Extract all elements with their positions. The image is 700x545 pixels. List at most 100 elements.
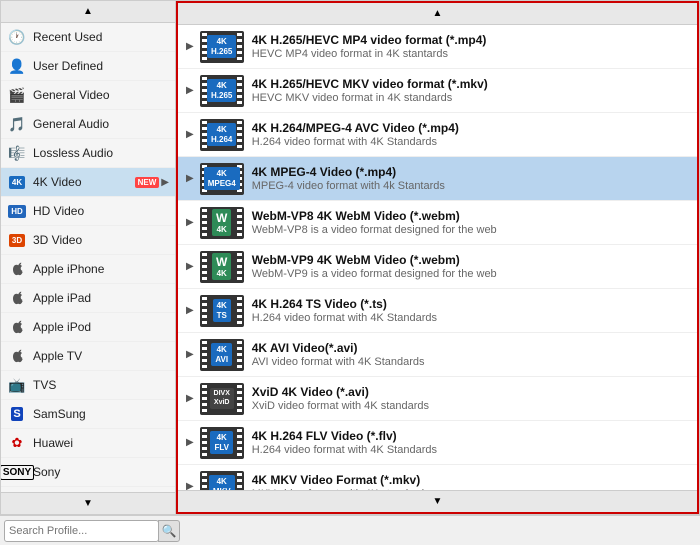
formats-scroll-up[interactable]: ▲ xyxy=(178,3,697,25)
sidebar-item-samsung[interactable]: S SamSung xyxy=(1,400,175,429)
sidebar-item-recent-used[interactable]: 🕐Recent Used xyxy=(1,23,175,52)
format-desc: WebM-VP8 is a video format designed for … xyxy=(252,224,689,236)
sidebar-item-4k-video[interactable]: 4K 4K Video NEW▶ xyxy=(1,168,175,197)
sidebar-item-label: 4K Video xyxy=(33,175,131,189)
sidebar-item-label: Apple iPad xyxy=(33,291,169,305)
format-text: 4K MKV Video Format (*.mkv)MKV video for… xyxy=(252,473,689,490)
new-badge: NEW xyxy=(135,177,160,188)
huawei-icon: ✿ xyxy=(7,433,27,453)
format-badge: 4KH.265 xyxy=(200,75,244,107)
sidebar-scroll-down[interactable]: ▼ xyxy=(1,492,175,514)
sidebar-item-label: Huawei xyxy=(33,436,169,450)
sidebar-item-3d-video[interactable]: 3D3D Video xyxy=(1,226,175,255)
sidebar-item-lossless-audio[interactable]: 🎼Lossless Audio xyxy=(1,139,175,168)
search-input[interactable] xyxy=(4,520,159,542)
sidebar-item-general-audio[interactable]: 🎵General Audio xyxy=(1,110,175,139)
audio-icon: 🎵 xyxy=(7,114,27,134)
format-arrow-icon: ▶ xyxy=(186,349,194,360)
format-title: 4K H.264 FLV Video (*.flv) xyxy=(252,429,689,443)
sidebar-item-label: Apple iPod xyxy=(33,320,169,334)
format-badge-text: 4KAVI xyxy=(211,343,232,366)
format-badge: W4K xyxy=(200,207,244,239)
format-badge: 4KFLV xyxy=(200,427,244,459)
format-arrow-icon: ▶ xyxy=(186,217,194,228)
search-button[interactable]: 🔍 xyxy=(158,520,180,542)
format-desc: HEVC MP4 video format in 4K stantards xyxy=(252,48,689,60)
search-bar: 🔍 xyxy=(0,515,700,545)
format-title: 4K H.265/HEVC MKV video format (*.mkv) xyxy=(252,77,689,91)
format-badge-text: 4KH.264 xyxy=(207,123,236,146)
format-title: 4K MKV Video Format (*.mkv) xyxy=(252,473,689,487)
format-item-4k-flv[interactable]: ▶ 4KFLV 4K H.264 FLV Video (*.flv)H.264 vi… xyxy=(178,421,697,465)
down-arrow-icon: ▼ xyxy=(433,496,443,507)
sidebar-item-tvs[interactable]: 📺TVS xyxy=(1,371,175,400)
format-item-xvid-4k[interactable]: ▶DIVXXviDXviD 4K Video (*.avi)XviD video… xyxy=(178,377,697,421)
format-title: 4K H.264 TS Video (*.ts) xyxy=(252,297,689,311)
format-title: 4K AVI Video(*.avi) xyxy=(252,341,689,355)
format-desc: H.264 video format with 4K Standards xyxy=(252,312,689,324)
sidebar-item-general-video[interactable]: 🎬 General Video xyxy=(1,81,175,110)
sidebar-item-apple-tv[interactable]: Apple TV xyxy=(1,342,175,371)
sidebar-item-label: Sony xyxy=(33,465,169,479)
format-badge-text: 4KTS xyxy=(213,299,231,322)
format-arrow-icon: ▶ xyxy=(186,305,194,316)
down-arrow-icon: ▼ xyxy=(83,498,93,509)
format-title: WebM-VP8 4K WebM Video (*.webm) xyxy=(252,209,689,223)
sidebar-item-label: HD Video xyxy=(33,204,169,218)
format-arrow-icon: ▶ xyxy=(186,261,194,272)
sidebar-expand-icon: ▶ xyxy=(161,177,169,188)
format-badge: 4KMPEG4 xyxy=(200,163,244,195)
format-text: WebM-VP9 4K WebM Video (*.webm)WebM-VP9 … xyxy=(252,253,689,280)
format-item-4k-mpeg4[interactable]: ▶4KMPEG44K MPEG-4 Video (*.mp4)MPEG-4 vi… xyxy=(178,157,697,201)
3d-icon: 3D xyxy=(7,230,27,250)
format-desc: MPEG-4 video format with 4k Stantards xyxy=(252,180,689,192)
sidebar-item-hd-video[interactable]: HDHD Video xyxy=(1,197,175,226)
samsung-icon: S xyxy=(7,404,27,424)
format-arrow-icon: ▶ xyxy=(186,41,194,52)
4k-icon: 4K xyxy=(7,172,27,192)
format-item-4k-avi[interactable]: ▶4KAVI4K AVI Video(*.avi)AVI video forma… xyxy=(178,333,697,377)
sidebar-item-apple-ipad[interactable]: Apple iPad xyxy=(1,284,175,313)
formats-scroll-down[interactable]: ▼ xyxy=(178,490,697,512)
format-badge-text: 4KFLV xyxy=(210,431,233,454)
format-badge: 4KAVI xyxy=(200,339,244,371)
apple-icon xyxy=(7,259,27,279)
format-item-4k-h264-avc[interactable]: ▶4KH.2644K H.264/MPEG-4 AVC Video (*.mp4… xyxy=(178,113,697,157)
sidebar-item-apple-iphone[interactable]: Apple iPhone xyxy=(1,255,175,284)
apple-icon xyxy=(7,317,27,337)
format-text: 4K H.264/MPEG-4 AVC Video (*.mp4)H.264 v… xyxy=(252,121,689,148)
format-item-webm-vp9[interactable]: ▶ W4K WebM-VP9 4K WebM Video (*.webm)WebM-… xyxy=(178,245,697,289)
video-icon: 🎬 xyxy=(7,85,27,105)
format-badge: W4K xyxy=(200,251,244,283)
sidebar-item-user-defined[interactable]: 👤User Defined xyxy=(1,52,175,81)
sidebar-item-label: General Video xyxy=(33,88,169,102)
format-arrow-icon: ▶ xyxy=(186,437,194,448)
format-desc: WebM-VP9 is a video format designed for … xyxy=(252,268,689,280)
sidebar-item-label: Recent Used xyxy=(33,30,169,44)
format-title: 4K MPEG-4 Video (*.mp4) xyxy=(252,165,689,179)
formats-panel: ▲ ▶4KH.2654K H.265/HEVC MP4 video format… xyxy=(176,1,699,514)
format-item-4k-ts[interactable]: ▶ 4KTS 4K H.264 TS Video (*.ts)H.264 video… xyxy=(178,289,697,333)
sidebar-list: 🕐Recent Used👤User Defined 🎬 General Video 🎵… xyxy=(1,23,175,492)
format-badge-text: 4KH.265 xyxy=(207,35,236,58)
format-arrow-icon: ▶ xyxy=(186,393,194,404)
format-item-webm-vp8[interactable]: ▶ W4K WebM-VP8 4K WebM Video (*.webm)WebM-… xyxy=(178,201,697,245)
format-item-4k-mkv[interactable]: ▶4KMKV4K MKV Video Format (*.mkv)MKV vid… xyxy=(178,465,697,490)
sidebar-scroll-up[interactable]: ▲ xyxy=(1,1,175,23)
format-item-4k-h265-mp4[interactable]: ▶4KH.2654K H.265/HEVC MP4 video format (… xyxy=(178,25,697,69)
format-item-4k-h265-mkv[interactable]: ▶4KH.2654K H.265/HEVC MKV video format (… xyxy=(178,69,697,113)
sidebar-item-label: Apple TV xyxy=(33,349,169,363)
sidebar-item-label: SamSung xyxy=(33,407,169,421)
format-title: WebM-VP9 4K WebM Video (*.webm) xyxy=(252,253,689,267)
format-title: XviD 4K Video (*.avi) xyxy=(252,385,689,399)
sidebar-item-sony[interactable]: SONYSony xyxy=(1,458,175,487)
sidebar-item-huawei[interactable]: ✿ Huawei xyxy=(1,429,175,458)
format-desc: XviD video format with 4K standards xyxy=(252,400,689,412)
format-desc: H.264 video format with 4K Standards xyxy=(252,444,689,456)
up-arrow-icon: ▲ xyxy=(433,8,443,19)
format-text: 4K H.264 FLV Video (*.flv)H.264 video fo… xyxy=(252,429,689,456)
format-arrow-icon: ▶ xyxy=(186,481,194,490)
sidebar-item-apple-ipod[interactable]: Apple iPod xyxy=(1,313,175,342)
format-text: 4K MPEG-4 Video (*.mp4)MPEG-4 video form… xyxy=(252,165,689,192)
format-text: 4K H.264 TS Video (*.ts)H.264 video form… xyxy=(252,297,689,324)
